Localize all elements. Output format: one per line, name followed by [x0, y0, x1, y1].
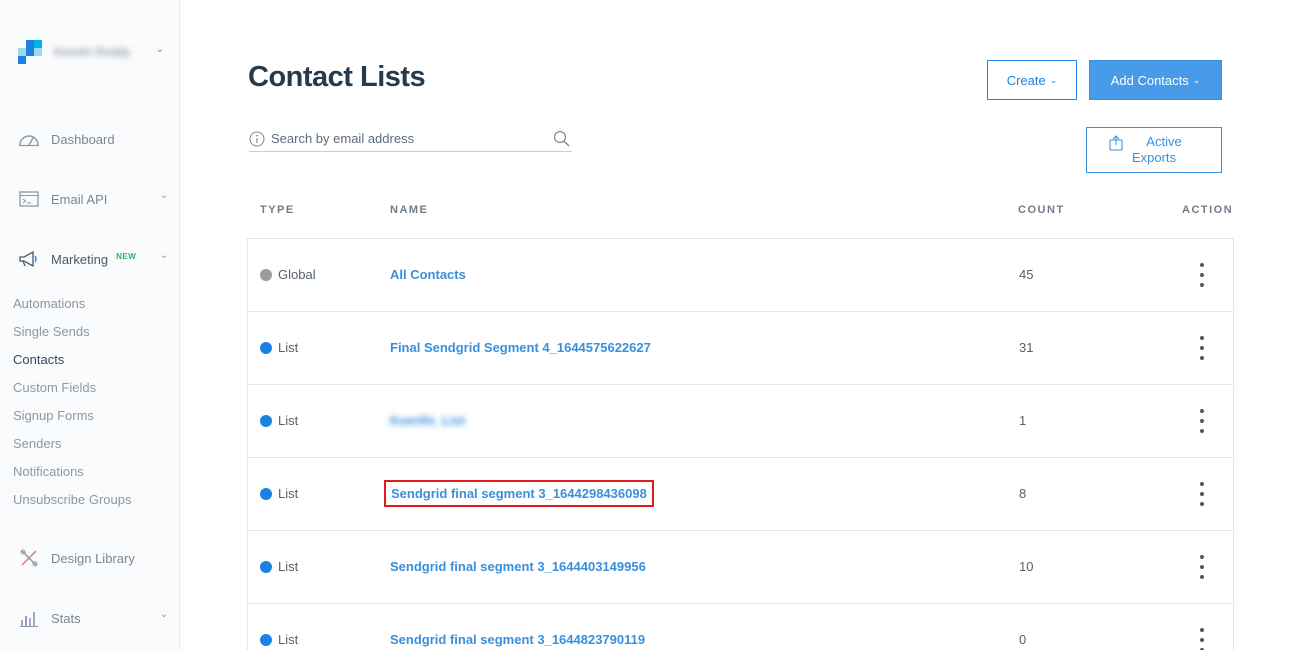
subnav-single-sends[interactable]: Single Sends [13, 324, 90, 339]
type-label: List [278, 632, 299, 647]
list-name-link[interactable]: Sendgrid final segment 3_1644298436098 [384, 480, 654, 507]
active-exports-line1: Active [1146, 134, 1182, 149]
chevron-down-icon: ⌄ [1049, 74, 1058, 85]
chevron-down-icon[interactable]: ⌄ [160, 250, 168, 261]
subnav-unsubscribe-groups[interactable]: Unsubscribe Groups [13, 492, 132, 507]
bar-chart-icon [18, 608, 40, 628]
design-tools-icon [18, 548, 40, 568]
chevron-down-icon[interactable]: ⌄ [156, 44, 164, 55]
subnav-custom-fields[interactable]: Custom Fields [13, 380, 96, 395]
sidebar: Keerthi Reddy ⌄ Dashboard Email API ⌄ Ma… [0, 0, 180, 650]
search-input[interactable] [271, 131, 541, 146]
table-row: List Keerthi_List 1 [248, 385, 1233, 458]
table-row: List Sendgrid final segment 3_1644823790… [248, 604, 1233, 650]
page-title: Contact Lists [248, 61, 426, 93]
chevron-down-icon[interactable]: ⌄ [160, 190, 168, 201]
list-name-link[interactable]: Sendgrid final segment 3_1644403149956 [390, 559, 646, 574]
count-cell: 45 [1019, 267, 1034, 282]
column-header-name: NAME [390, 204, 429, 216]
list-status-dot-icon [260, 414, 272, 427]
sidebar-item-design-library[interactable]: Design Library [18, 546, 170, 570]
sidebar-item-marketing[interactable]: Marketing NEW ⌄ [18, 247, 170, 271]
export-icon [1109, 135, 1123, 151]
list-name-link[interactable]: Keerthi_List [390, 413, 465, 428]
sidebar-item-label: Stats [51, 610, 81, 626]
table-row: List Sendgrid final segment 3_1644403149… [248, 531, 1233, 604]
add-contacts-button[interactable]: Add Contacts ⌄ [1089, 60, 1222, 100]
subnav-notifications[interactable]: Notifications [13, 464, 84, 479]
sidebar-item-label: Design Library [51, 550, 135, 566]
list-status-dot-icon [260, 633, 272, 646]
list-name-link[interactable]: All Contacts [390, 267, 466, 282]
more-actions-icon[interactable] [1192, 409, 1212, 433]
sidebar-item-label: Marketing [51, 251, 109, 267]
megaphone-icon [18, 249, 40, 269]
list-status-dot-icon [260, 487, 272, 500]
more-actions-icon[interactable] [1192, 628, 1212, 650]
type-cell: List [260, 340, 298, 355]
sidebar-item-email-api[interactable]: Email API ⌄ [18, 187, 170, 211]
global-status-dot-icon [260, 268, 272, 281]
account-name: Keerthi Reddy [54, 45, 131, 59]
column-header-count: COUNT [1018, 204, 1065, 216]
type-label: List [278, 413, 299, 428]
more-actions-icon[interactable] [1192, 263, 1212, 287]
type-cell: Global [260, 267, 316, 282]
list-name-link[interactable]: Sendgrid final segment 3_1644823790119 [390, 632, 645, 647]
chevron-down-icon: ⌄ [1192, 74, 1201, 85]
terminal-icon [18, 189, 40, 209]
column-header-type: TYPE [260, 204, 295, 216]
create-button[interactable]: Create ⌄ [987, 60, 1077, 100]
table-row: List Sendgrid final segment 3_1644298436… [248, 458, 1233, 531]
type-cell: List [260, 559, 298, 574]
type-label: Global [278, 267, 316, 282]
active-exports-line2: Exports [1131, 150, 1177, 165]
count-cell: 0 [1019, 632, 1027, 647]
sidebar-item-dashboard[interactable]: Dashboard [18, 127, 170, 151]
count-cell: 31 [1019, 340, 1034, 355]
new-badge: NEW [116, 251, 137, 261]
type-cell: List [260, 486, 298, 501]
subnav-contacts[interactable]: Contacts [13, 352, 64, 367]
type-label: List [278, 340, 299, 355]
info-icon[interactable] [249, 131, 265, 147]
list-status-dot-icon [260, 560, 272, 573]
sidebar-item-stats[interactable]: Stats ⌄ [18, 606, 170, 630]
type-label: List [278, 486, 299, 501]
subnav-senders[interactable]: Senders [13, 436, 61, 451]
type-label: List [278, 559, 299, 574]
chevron-down-icon[interactable]: ⌄ [160, 609, 168, 620]
count-cell: 8 [1019, 486, 1027, 501]
subnav-signup-forms[interactable]: Signup Forms [13, 408, 94, 423]
gauge-icon [18, 129, 40, 149]
contact-lists-table: Global All Contacts 45 List Final Sendgr… [247, 238, 1234, 650]
count-cell: 10 [1019, 559, 1034, 574]
search-icon[interactable] [553, 130, 570, 147]
type-cell: List [260, 413, 298, 428]
list-name-link[interactable]: Final Sendgrid Segment 4_1644575622627 [390, 340, 651, 355]
search-bar [249, 126, 572, 152]
sendgrid-logo-icon [18, 40, 42, 64]
account-switcher[interactable]: Keerthi Reddy ⌄ [18, 38, 168, 66]
sidebar-item-label: Dashboard [51, 131, 115, 147]
table-row: Global All Contacts 45 [248, 239, 1233, 312]
subnav-automations[interactable]: Automations [13, 296, 85, 311]
sidebar-item-label: Email API [51, 191, 108, 207]
table-row: List Final Sendgrid Segment 4_1644575622… [248, 312, 1233, 385]
active-exports-button[interactable]: Active Exports [1086, 127, 1222, 173]
more-actions-icon[interactable] [1192, 555, 1212, 579]
add-contacts-label: Add Contacts [1110, 72, 1189, 88]
list-status-dot-icon [260, 341, 272, 354]
more-actions-icon[interactable] [1192, 336, 1212, 360]
more-actions-icon[interactable] [1192, 482, 1212, 506]
count-cell: 1 [1019, 413, 1027, 428]
column-header-action: ACTION [1182, 204, 1234, 216]
type-cell: List [260, 632, 298, 647]
create-button-label: Create [1006, 72, 1046, 88]
